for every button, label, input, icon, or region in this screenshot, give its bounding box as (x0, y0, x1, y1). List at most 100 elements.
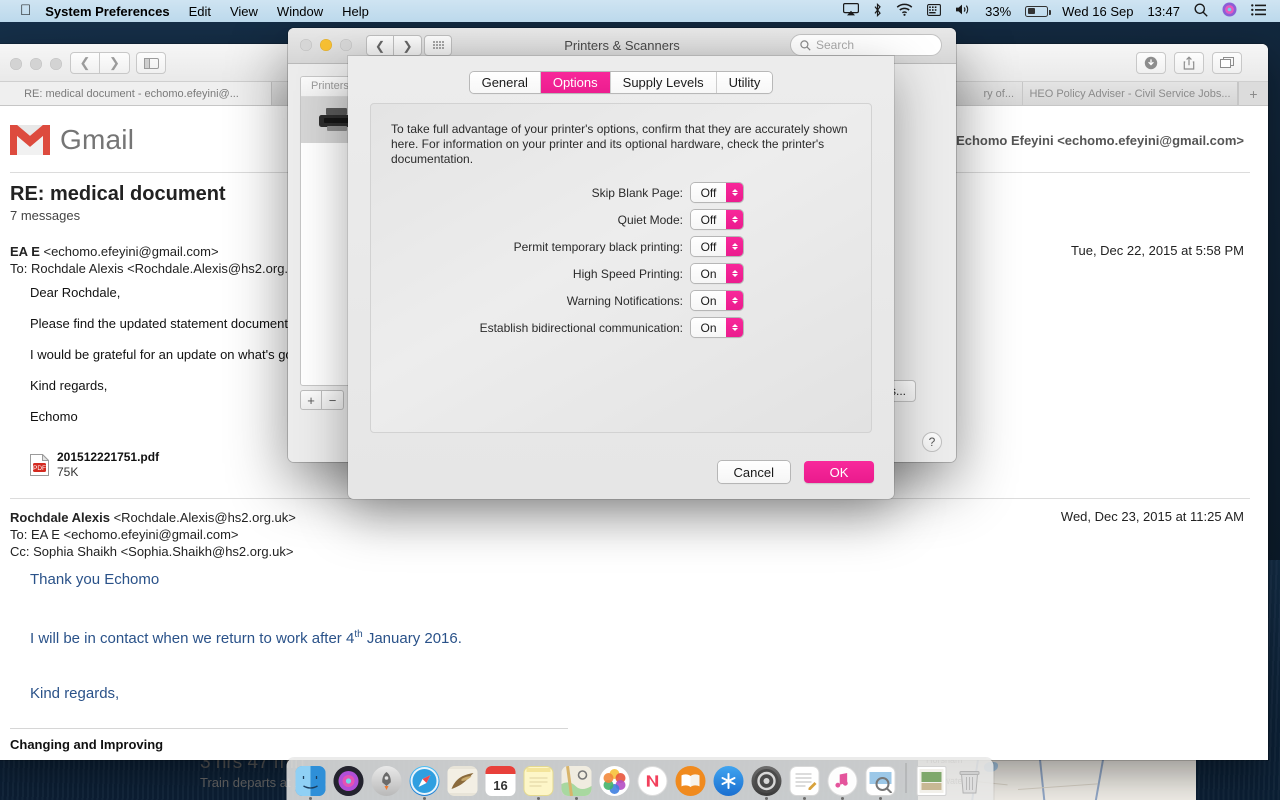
bluetooth-icon[interactable] (873, 2, 882, 20)
syspref-traffic-lights[interactable] (300, 39, 352, 51)
dock-item-ibooks[interactable] (675, 765, 707, 797)
download-icon[interactable] (1136, 52, 1166, 74)
gmail-m-glyph (10, 125, 50, 155)
sidebar-toggle-icon[interactable] (136, 52, 166, 74)
dock-item-calendar[interactable]: 16 (485, 765, 517, 797)
close-button[interactable] (300, 39, 312, 51)
tab-general[interactable]: General (469, 72, 541, 93)
dock-item-notes[interactable] (523, 765, 555, 800)
keyboard-input-icon[interactable] (927, 3, 942, 19)
help-button[interactable]: ? (922, 432, 942, 452)
trash-glyph (959, 771, 980, 794)
menu-app-name[interactable]: System Preferences (45, 4, 169, 19)
permit-temporary-black-printing-popup[interactable]: Off (691, 237, 743, 256)
chevron-updown-icon (726, 183, 743, 202)
establish-bidirectional-communication-popup[interactable]: On (691, 318, 743, 337)
dock-item-itunes[interactable] (827, 765, 859, 800)
notification-center-icon[interactable] (1251, 3, 1266, 19)
skip-blank-page-popup[interactable]: Off (691, 183, 743, 202)
dock-item-news[interactable] (637, 765, 669, 797)
share-icon[interactable] (1174, 52, 1204, 74)
dock-item-preview[interactable] (865, 765, 897, 800)
browser-tab-gmail[interactable]: RE: medical document - echomo.efeyini@..… (0, 82, 272, 105)
apple-logo-icon[interactable]:  (20, 3, 31, 18)
dock-item-trash[interactable] (954, 765, 986, 797)
syspref-nav-group[interactable]: ❮ ❯ (366, 35, 422, 56)
dock-item-safari[interactable] (409, 765, 441, 800)
high-speed-printing-popup[interactable]: On (691, 264, 743, 283)
browser-tab-jobs[interactable]: HEO Policy Adviser - Civil Service Jobs.… (1023, 82, 1238, 105)
message-2-date: Wed, Dec 23, 2015 at 11:25 AM (1060, 509, 1244, 524)
zoom-button[interactable] (50, 58, 62, 70)
dock-item-launchpad[interactable] (371, 765, 403, 797)
option-label: Permit temporary black printing: (513, 239, 683, 254)
forward-icon[interactable]: ❯ (394, 35, 422, 56)
spotlight-search-icon[interactable] (1194, 3, 1208, 20)
sheet-tab-bar[interactable]: General Options Supply Levels Utility (348, 56, 894, 93)
forward-icon[interactable]: ❯ (100, 52, 130, 74)
remove-printer-button[interactable]: − (322, 390, 344, 410)
dock-item-documents-stack[interactable] (916, 765, 948, 797)
back-icon[interactable]: ❮ (366, 35, 394, 56)
wifi-icon[interactable] (896, 3, 913, 19)
menu-bar[interactable]:  System Preferences Edit View Window He… (0, 0, 1280, 22)
show-all-grid-icon[interactable] (424, 35, 452, 56)
new-tab-button[interactable]: + (1238, 82, 1268, 105)
input-glyph (927, 3, 942, 16)
close-button[interactable] (10, 58, 22, 70)
dock-item-maps[interactable] (561, 765, 593, 800)
chevron-updown-icon (726, 264, 743, 283)
tab-supply-levels[interactable]: Supply Levels (610, 72, 717, 93)
battery-percent[interactable]: 33% (985, 4, 1011, 19)
tab-utility[interactable]: Utility (716, 72, 773, 93)
dock[interactable]: 16 (286, 758, 994, 800)
printer-options-sheet[interactable]: General Options Supply Levels Utility To… (348, 56, 894, 499)
dock-item-siri[interactable] (333, 765, 365, 797)
printer-list-buttons[interactable]: + − (300, 390, 344, 410)
menu-item-help[interactable]: Help (342, 4, 369, 19)
warning-notifications-popup[interactable]: On (691, 291, 743, 310)
dock-item-system-preferences[interactable] (751, 765, 783, 800)
cancel-button[interactable]: Cancel (717, 461, 790, 483)
compass-glyph (410, 767, 439, 795)
tab-options[interactable]: Options (540, 72, 611, 93)
airplay-icon[interactable] (843, 3, 860, 19)
dock-item-pages[interactable] (789, 765, 821, 800)
gear-icon (754, 769, 779, 793)
minimize-button[interactable] (30, 58, 42, 70)
add-printer-button[interactable]: + (300, 390, 322, 410)
message-1-sender-name: EA E (10, 244, 40, 259)
zoom-button[interactable] (340, 39, 352, 51)
dock-item-mail[interactable] (447, 765, 479, 797)
back-icon[interactable]: ❮ (70, 52, 100, 74)
dock-item-finder[interactable] (295, 765, 327, 800)
menu-item-view[interactable]: View (230, 4, 258, 19)
browser-nav-group[interactable]: ❮ ❯ (70, 52, 130, 74)
minimize-button[interactable] (320, 39, 332, 51)
dock-item-app-store[interactable] (713, 765, 745, 797)
siri-icon[interactable] (1222, 2, 1237, 20)
tab-overview-icon[interactable] (1212, 52, 1242, 74)
options-rows: Skip Blank Page: Off Quiet Mode: Off Per… (371, 183, 871, 337)
dock-item-photos[interactable] (599, 765, 631, 797)
ok-button[interactable]: OK (804, 461, 874, 483)
battery-icon[interactable] (1025, 5, 1051, 17)
browser-traffic-lights[interactable] (10, 58, 62, 70)
option-row-permit-temporary-black-printing: Permit temporary black printing: Off (371, 237, 871, 256)
message-2[interactable]: Wed, Dec 23, 2015 at 11:25 AM Rochdale A… (0, 499, 1268, 747)
browser-toolbar-right[interactable] (1136, 52, 1242, 74)
book-glyph (681, 774, 700, 787)
quiet-mode-popup[interactable]: Off (691, 210, 743, 229)
menu-status-area[interactable]: 33% Wed 16 Sep 13:47 (843, 2, 1272, 20)
attachment-meta: 201512221751.pdf 75K (57, 450, 159, 480)
tab-segmented-control[interactable]: General Options Supply Levels Utility (469, 72, 773, 93)
gmail-logo[interactable]: Gmail (10, 124, 134, 156)
search-field[interactable]: Search (790, 34, 942, 56)
menu-item-edit[interactable]: Edit (189, 4, 211, 19)
volume-icon[interactable] (955, 3, 971, 19)
message-2-line-2-pre: I will be in contact when we return to w… (30, 630, 355, 647)
menu-time: 13:47 (1147, 3, 1180, 19)
app-store-icon (713, 766, 744, 796)
menu-item-window[interactable]: Window (277, 4, 323, 19)
sheet-button-row[interactable]: Cancel OK (717, 461, 874, 483)
